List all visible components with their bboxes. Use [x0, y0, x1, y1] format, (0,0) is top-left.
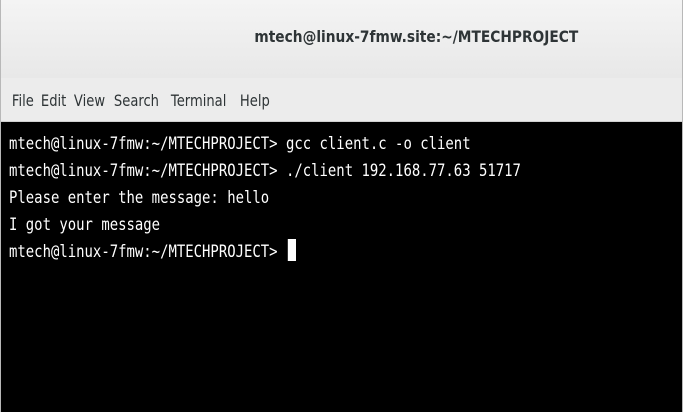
terminal-line: I got your message	[9, 215, 161, 235]
terminal-output[interactable]: mtech@linux-7fmw:~/MTECHPROJECT> gcc cli…	[1, 122, 682, 412]
text-cursor	[287, 239, 296, 261]
terminal-window: mtech@linux-7fmw.site:~/MTECHPROJECT Fil…	[0, 0, 683, 412]
prompt-text: mtech@linux-7fmw:~/MTECHPROJECT>	[9, 242, 286, 262]
terminal-prompt-line[interactable]: mtech@linux-7fmw:~/MTECHPROJECT>	[9, 239, 561, 266]
menu-view[interactable]: View	[69, 89, 110, 110]
menu-search[interactable]: Search	[109, 89, 164, 110]
menu-terminal[interactable]: Terminal	[166, 89, 231, 110]
menu-bar: File Edit View Search Terminal Help	[1, 78, 682, 122]
menu-file[interactable]: File	[7, 89, 39, 110]
terminal-line: mtech@linux-7fmw:~/MTECHPROJECT> ./clien…	[9, 161, 521, 181]
title-bar[interactable]: mtech@linux-7fmw.site:~/MTECHPROJECT	[1, 0, 682, 78]
menu-edit[interactable]: Edit	[36, 89, 71, 110]
window-title: mtech@linux-7fmw.site:~/MTECHPROJECT	[254, 26, 579, 46]
terminal-line: mtech@linux-7fmw:~/MTECHPROJECT> gcc cli…	[9, 134, 471, 154]
menu-help[interactable]: Help	[235, 89, 275, 110]
terminal-line: Please enter the message: hello	[9, 188, 270, 208]
